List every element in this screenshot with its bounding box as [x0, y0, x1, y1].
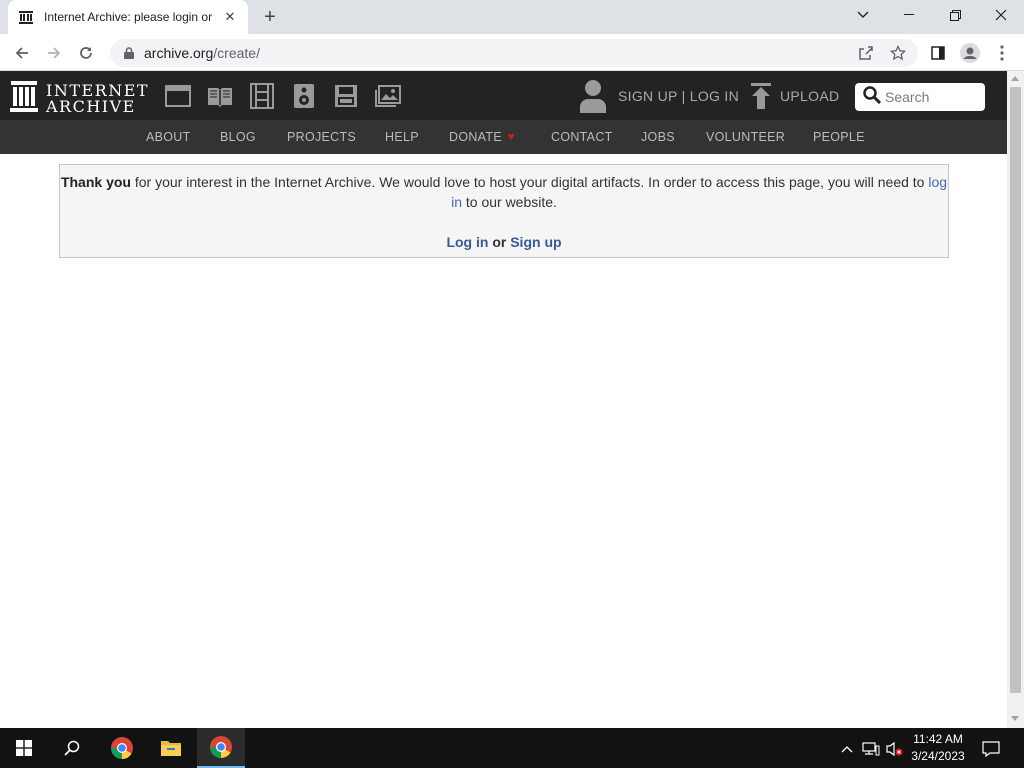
internet-archive-favicon-icon: [18, 9, 34, 25]
share-icon[interactable]: [852, 39, 880, 67]
login-link[interactable]: Log in: [446, 234, 488, 250]
search-box[interactable]: [855, 83, 985, 111]
images-picture-icon[interactable]: [375, 83, 401, 109]
new-tab-button[interactable]: +: [258, 6, 282, 28]
minimize-button[interactable]: [886, 0, 932, 30]
nav-people[interactable]: PEOPLE: [813, 130, 865, 144]
url-text: archive.org/create/: [144, 45, 260, 61]
software-floppy-icon[interactable]: [333, 83, 359, 109]
reload-button[interactable]: [72, 39, 100, 67]
browser-tab[interactable]: Internet Archive: please login or sign u…: [8, 0, 248, 34]
search-input[interactable]: [885, 89, 980, 105]
start-button[interactable]: [0, 728, 48, 768]
ia-nav-bar: ABOUT BLOG PROJECTS HELP DONATE ♥ CONTACT…: [0, 120, 1007, 154]
profile-avatar-icon[interactable]: [956, 39, 984, 67]
tab-close-icon[interactable]: ✕: [222, 9, 238, 25]
nav-contact[interactable]: CONTACT: [551, 130, 613, 144]
windows-taskbar: 11:42 AM 3/24/2023: [0, 728, 1024, 768]
network-icon[interactable]: [862, 740, 880, 758]
nav-projects[interactable]: PROJECTS: [287, 130, 356, 144]
taskbar-clock[interactable]: 11:42 AM 3/24/2023: [906, 731, 970, 765]
heart-icon: ♥: [507, 131, 515, 143]
forward-button[interactable]: [40, 39, 68, 67]
audio-speaker-icon[interactable]: [291, 83, 317, 109]
page-scrollbar[interactable]: [1007, 71, 1024, 728]
ia-header: INTERNET ARCHIVE SIGN UP | LOG IN UPLOAD: [0, 71, 1007, 120]
video-film-icon[interactable]: [249, 83, 275, 109]
login-required-notice: Thank you for your interest in the Inter…: [59, 164, 949, 258]
restore-button[interactable]: [932, 0, 978, 30]
signup-link[interactable]: Sign up: [510, 234, 561, 250]
volume-muted-icon[interactable]: [886, 740, 904, 758]
close-window-button[interactable]: [978, 0, 1024, 30]
tab-search-chevron-icon[interactable]: [840, 0, 886, 30]
lock-icon: [122, 46, 136, 60]
nav-about[interactable]: ABOUT: [146, 130, 191, 144]
scroll-down-arrow-icon[interactable]: [1011, 716, 1019, 721]
tray-chevron-up-icon[interactable]: [838, 740, 856, 758]
nav-volunteer[interactable]: VOLUNTEER: [706, 130, 785, 144]
taskbar-search-icon[interactable]: [48, 728, 96, 768]
browser-toolbar: archive.org/create/: [0, 34, 1024, 71]
ia-logo[interactable]: INTERNET ARCHIVE: [10, 80, 149, 117]
notice-message: Thank you for your interest in the Inter…: [60, 174, 948, 210]
nav-blog[interactable]: BLOG: [220, 130, 256, 144]
back-button[interactable]: [8, 39, 36, 67]
chrome-active-window-icon[interactable]: [197, 728, 245, 768]
texts-book-icon[interactable]: [207, 83, 233, 109]
ia-logo-text: INTERNET ARCHIVE: [46, 80, 150, 116]
browser-menu-icon[interactable]: [988, 39, 1016, 67]
upload-link[interactable]: UPLOAD: [780, 88, 839, 104]
signup-login-link[interactable]: SIGN UP | LOG IN: [618, 88, 739, 104]
side-panel-icon[interactable]: [924, 39, 952, 67]
ia-building-logo-icon: [10, 80, 38, 117]
nav-jobs[interactable]: JOBS: [641, 130, 675, 144]
browser-tab-strip: Internet Archive: please login or sign u…: [0, 0, 1024, 34]
file-explorer-folder-icon[interactable]: [147, 728, 195, 768]
address-bar[interactable]: archive.org/create/: [110, 39, 918, 67]
scroll-up-arrow-icon[interactable]: [1011, 76, 1019, 81]
upload-arrow-icon[interactable]: [751, 83, 771, 109]
nav-help[interactable]: HELP: [385, 130, 419, 144]
chrome-app-icon[interactable]: [98, 728, 146, 768]
web-icon[interactable]: [165, 83, 191, 109]
tab-title: Internet Archive: please login or sign u…: [44, 10, 216, 24]
scrollbar-thumb[interactable]: [1010, 87, 1021, 693]
user-account-icon[interactable]: [578, 79, 608, 113]
notice-actions: Log in or Sign up: [446, 234, 562, 250]
notifications-icon[interactable]: [982, 740, 1000, 758]
search-icon[interactable]: [863, 85, 882, 109]
bookmark-star-icon[interactable]: [884, 39, 912, 67]
nav-donate[interactable]: DONATE ♥: [449, 130, 515, 144]
